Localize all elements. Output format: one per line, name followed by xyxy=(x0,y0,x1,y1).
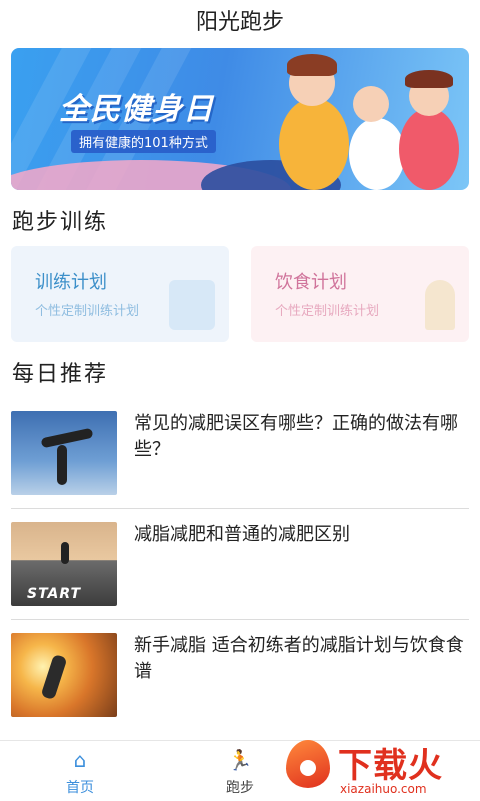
article-item[interactable]: START 减脂减肥和普通的减肥区别 xyxy=(0,522,480,632)
flame-icon xyxy=(286,740,330,788)
athlete-figure xyxy=(57,445,67,485)
tab-home[interactable]: ⌂ 首页 xyxy=(20,741,140,801)
calendar-icon xyxy=(169,280,215,330)
article-item[interactable]: 新手减脂 适合初练者的减脂计划与饮食食谱 xyxy=(0,633,480,743)
start-road-text: START xyxy=(27,586,82,602)
article-title: 常见的减肥误区有哪些？正确的做法有哪些？ xyxy=(134,413,458,460)
runner-head xyxy=(353,86,389,122)
divider xyxy=(11,508,469,509)
watermark-url: xiazaihuo.com xyxy=(340,782,427,796)
watermark-logo: 下载火 xiazaihuo.com xyxy=(280,736,480,800)
banner-subline: 拥有健康的101种方式 xyxy=(71,130,216,153)
article-title: 减脂减肥和普通的减肥区别 xyxy=(134,524,350,545)
home-icon: ⌂ xyxy=(73,748,87,772)
runner-figure xyxy=(61,542,69,564)
banner-runners-illustration xyxy=(249,48,469,190)
training-plan-card[interactable]: 训练计划 个性定制训练计划 xyxy=(11,246,229,342)
article-thumbnail: START xyxy=(11,522,117,606)
cutlery-icon xyxy=(425,280,455,330)
diet-plan-title: 饮食计划 xyxy=(275,272,347,293)
watermark-brand: 下载火 xyxy=(338,746,443,786)
runner-figure xyxy=(399,108,459,190)
training-plan-subtitle: 个性定制训练计划 xyxy=(35,304,140,319)
athlete-figure xyxy=(40,427,94,449)
runner-hair xyxy=(287,54,337,76)
runner-figure xyxy=(279,98,349,190)
divider xyxy=(11,619,469,620)
running-icon: 🏃 xyxy=(227,748,253,772)
diet-plan-subtitle: 个性定制训练计划 xyxy=(275,304,380,319)
promo-banner[interactable]: 全民健身日 拥有健康的101种方式 xyxy=(11,48,469,190)
runner-figure xyxy=(40,653,68,701)
training-plan-title: 训练计划 xyxy=(35,272,107,293)
article-thumbnail xyxy=(11,411,117,495)
runner-figure xyxy=(349,118,405,190)
banner-headline: 全民健身日 xyxy=(59,92,214,127)
app-bar: 阳光跑步 xyxy=(0,0,480,40)
app-title: 阳光跑步 xyxy=(195,10,284,35)
tab-home-label: 首页 xyxy=(66,780,94,796)
article-thumbnail xyxy=(11,633,117,717)
daily-section-title: 每日推荐 xyxy=(12,362,109,387)
diet-plan-card[interactable]: 饮食计划 个性定制训练计划 xyxy=(251,246,469,342)
article-item[interactable]: 常见的减肥误区有哪些？正确的做法有哪些？ xyxy=(0,411,480,521)
training-section-title: 跑步训练 xyxy=(12,210,109,235)
article-title: 新手减脂 适合初练者的减脂计划与饮食食谱 xyxy=(134,635,464,682)
runner-hair xyxy=(405,70,453,88)
